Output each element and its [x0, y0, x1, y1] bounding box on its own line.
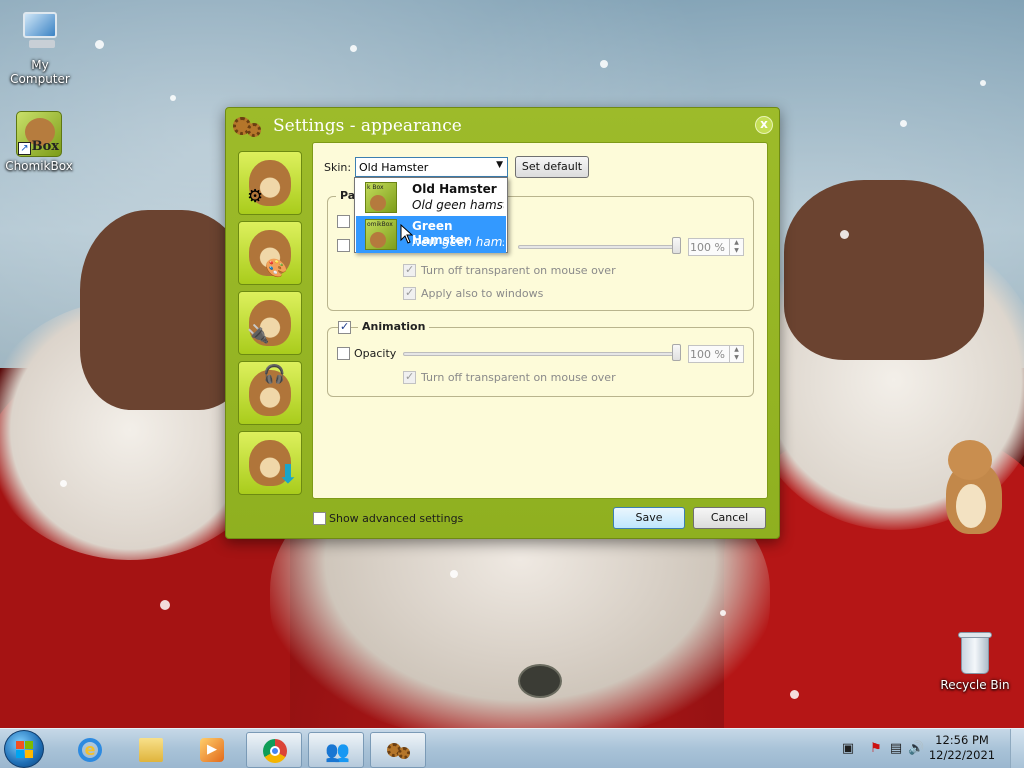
- panel-opacity-slider[interactable]: [518, 245, 678, 249]
- green-hamster-thumbnail-icon: omikBox: [365, 219, 397, 250]
- desktop-icon-label: ChomikBox: [5, 159, 73, 173]
- spin-updown-icon[interactable]: ▲ ▼: [729, 346, 743, 362]
- hamster-desktop-widget[interactable]: [940, 440, 1010, 540]
- skin-option-old-hamster[interactable]: k Box Old Hamster Old geen hamster: [356, 179, 506, 216]
- chomikbox-icon: Box ↗: [16, 111, 62, 157]
- tray-app-icon[interactable]: ▣: [840, 741, 856, 757]
- skin-option-green-hamster[interactable]: omikBox Green Hamster New geen hamster: [356, 216, 506, 253]
- clock-time: 12:56 PM: [935, 733, 989, 747]
- slider-thumb[interactable]: [672, 237, 681, 254]
- chevron-down-icon: ▼: [496, 160, 503, 170]
- skin-dropdown-list: k Box Old Hamster Old geen hamster omikB…: [354, 177, 508, 253]
- desktop-icon-my-computer[interactable]: My Computer: [0, 10, 80, 86]
- desktop-icon-label: Recycle Bin: [940, 678, 1010, 692]
- old-hamster-thumbnail-icon: k Box: [365, 182, 397, 213]
- desktop-icon-recycle-bin[interactable]: Recycle Bin: [935, 630, 1015, 692]
- taskbar-user-accounts[interactable]: 👥: [308, 732, 364, 768]
- skin-label: Skin:: [324, 161, 352, 174]
- animation-turn-off-transparent-label: Turn off transparent on mouse over: [421, 371, 616, 384]
- skin-select-value: Old Hamster: [359, 161, 429, 174]
- windows-logo-icon: [16, 741, 34, 759]
- action-center-flag-icon[interactable]: ⚑: [868, 741, 884, 757]
- spin-updown-icon[interactable]: ▲ ▼: [729, 239, 743, 255]
- animation-opacity-input[interactable]: 100 % ▲ ▼: [688, 345, 744, 363]
- panel-option-checkbox-2[interactable]: [337, 239, 350, 252]
- taskbar-internet-explorer[interactable]: e: [62, 732, 118, 768]
- opacity-label: Opacity: [354, 347, 397, 360]
- animation-opacity-slider[interactable]: [403, 352, 678, 356]
- tab-downloads[interactable]: ⬇: [238, 431, 302, 495]
- chomikbox-logo-icon: [233, 115, 267, 141]
- taskbar: e ▶ 👥 ▣ ⚑ ▤ 🔊 12:56 PM 12/22/2021: [0, 728, 1024, 768]
- window-title: Settings - appearance: [273, 116, 462, 136]
- animation-turn-off-transparent-checkbox: [403, 370, 416, 384]
- tab-sounds[interactable]: 🎧: [238, 361, 302, 425]
- slider-thumb[interactable]: [672, 344, 681, 361]
- folder-icon: [139, 738, 163, 762]
- apply-to-windows-label: Apply also to windows: [421, 287, 544, 300]
- start-button[interactable]: [4, 730, 44, 768]
- tab-general[interactable]: ⚙: [238, 151, 302, 215]
- show-desktop-button[interactable]: [1010, 729, 1024, 768]
- taskbar-media-player[interactable]: ▶: [184, 732, 240, 768]
- clock[interactable]: 12:56 PM 12/22/2021: [922, 733, 1002, 763]
- apply-to-windows-checkbox: [403, 286, 416, 300]
- turn-off-transparent-checkbox: [403, 263, 416, 277]
- cancel-button[interactable]: Cancel: [693, 507, 766, 529]
- tab-appearance[interactable]: 🎨: [238, 221, 302, 285]
- chrome-icon: [263, 739, 287, 763]
- settings-category-tabs: ⚙ 🎨 🔌 🎧 ⬇: [238, 151, 302, 501]
- users-icon: 👥: [325, 739, 350, 763]
- opacity-checkbox[interactable]: [337, 347, 350, 360]
- desktop-icon-chomikbox[interactable]: Box ↗ ChomikBox: [0, 111, 79, 173]
- clock-date: 12/22/2021: [928, 748, 996, 762]
- panel-opacity-input[interactable]: 100 % ▲ ▼: [688, 238, 744, 256]
- recycle-bin-icon: [955, 630, 995, 676]
- show-advanced-checkbox[interactable]: [313, 512, 326, 525]
- media-player-icon: ▶: [200, 738, 224, 762]
- animation-group-title: Animation: [358, 320, 430, 333]
- show-advanced-label: Show advanced settings: [329, 512, 464, 525]
- turn-off-transparent-label: Turn off transparent on mouse over: [421, 264, 616, 277]
- taskbar-chrome[interactable]: [246, 732, 302, 768]
- internet-explorer-icon: e: [78, 738, 102, 762]
- animation-group: Animation Opacity 100 % ▲▼ Turn off tran…: [327, 320, 754, 397]
- save-button[interactable]: Save: [613, 507, 685, 529]
- taskbar-windows-explorer[interactable]: [123, 732, 179, 768]
- close-button[interactable]: x: [755, 116, 773, 134]
- computer-icon: [17, 10, 63, 56]
- network-icon[interactable]: ▤: [888, 741, 904, 757]
- animation-checkbox[interactable]: [338, 320, 351, 334]
- settings-window: Settings - appearance x ⚙ 🎨 🔌 🎧 ⬇ Skin: …: [225, 107, 780, 539]
- shortcut-arrow-icon: ↗: [18, 142, 31, 155]
- system-tray: ▣ ⚑ ▤ 🔊 12:56 PM 12/22/2021: [834, 729, 1024, 768]
- desktop-icon-label: My Computer: [10, 58, 70, 86]
- close-icon: x: [760, 117, 768, 131]
- chomikbox-gear-icon: [387, 739, 411, 763]
- panel-option-checkbox-1[interactable]: [337, 215, 350, 228]
- taskbar-chomikbox[interactable]: [370, 732, 426, 768]
- skin-select[interactable]: Old Hamster ▼: [355, 157, 508, 177]
- tab-connection[interactable]: 🔌: [238, 291, 302, 355]
- set-default-button[interactable]: Set default: [515, 156, 589, 178]
